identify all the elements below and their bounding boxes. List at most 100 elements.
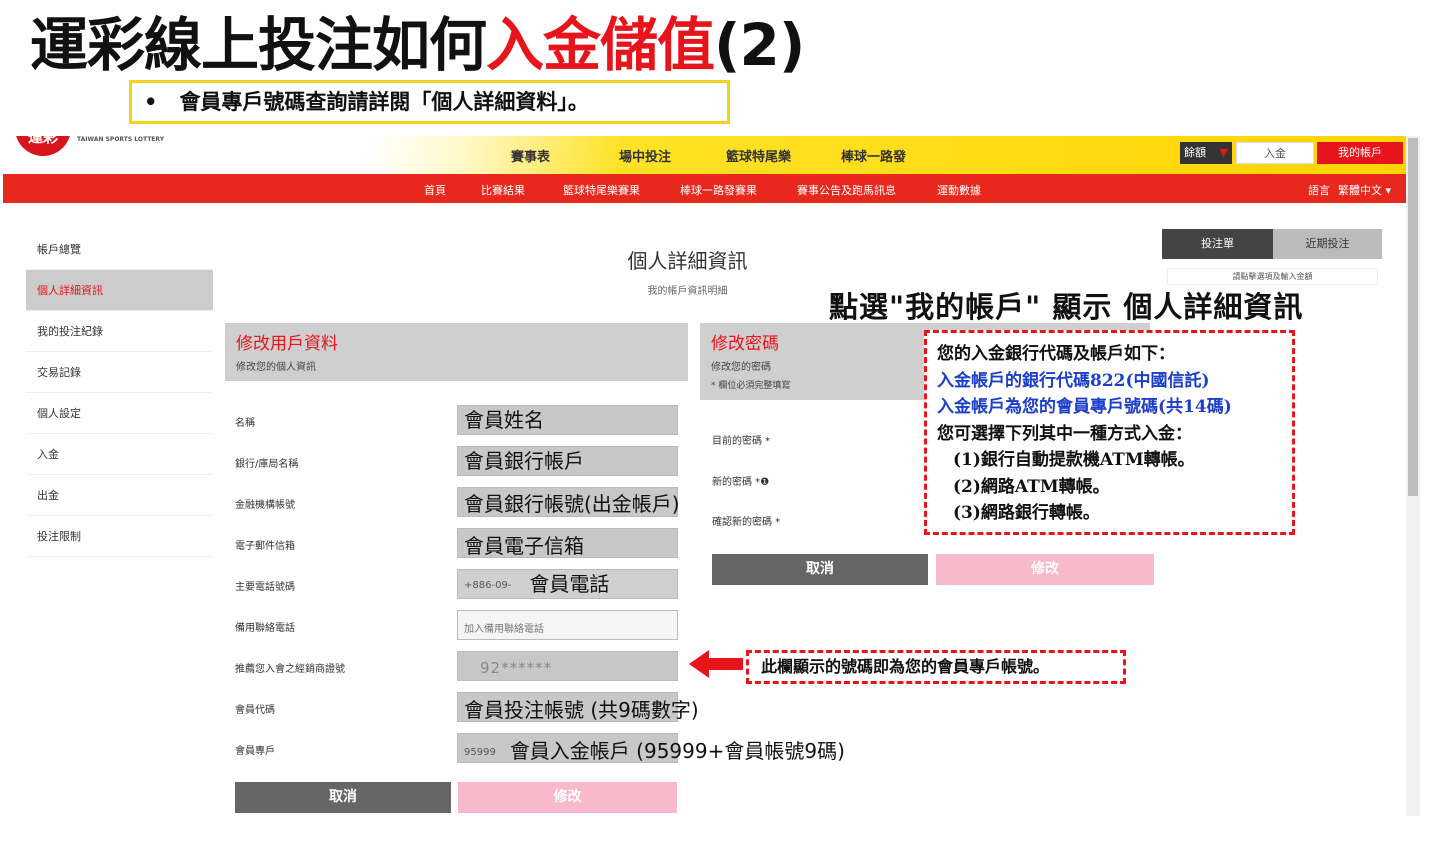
alt-phone-label: 備用聯絡電話 [235,623,295,634]
deposit-info-line: 您可選擇下列其中一種方式入金： [937,423,1192,444]
member-code-field: 會員投注帳號 (共9碼數字) [457,692,699,722]
current-password-label: 目前的密碼 * [712,436,771,447]
sidebar-item-settings[interactable]: 個人設定 [26,393,213,434]
field-row-member-account: 會員專戶 95999 會員入金帳戶 (95999+會員帳號9碼) [225,733,845,763]
dealer-id-field: 92****** [457,651,678,681]
my-account-button[interactable]: 我的帳戶 [1317,142,1403,164]
subtitle-text: 會員專戶號碼查詢請詳閱「個人詳細資料」。 [179,89,589,114]
edit-user-panel: 修改用戶資料 修改您的個人資訊 名稱 會員姓名 銀行/庫局名稱 會員銀行帳戶 金… [225,323,845,816]
edit-user-header: 修改用戶資料 修改您的個人資訊 [225,323,688,381]
title-part2: 入金儲值 [486,11,715,79]
email-label: 電子郵件信箱 [235,541,295,552]
nav-results[interactable]: 比賽結果 [481,182,525,198]
sidebar-item-withdraw[interactable]: 出金 [26,475,213,516]
password-cancel-button[interactable]: 取消 [712,554,928,585]
nav-sports-data[interactable]: 運動數據 [937,182,981,198]
sidebar-item-personal-details[interactable]: 個人詳細資訊 [26,270,213,311]
new-password-label: 新的密碼 *❶ [712,473,769,488]
top-header: 運彩 TAIWAN SPORTS LOTTERY 賽事表 場中投注 籃球特尾樂 … [3,136,1406,174]
bet-slip-hint: 請點擊選項及輸入金額 [1167,268,1378,285]
logo-caption: TAIWAN SPORTS LOTTERY [77,136,165,143]
sidebar-item-transactions[interactable]: 交易記錄 [26,352,213,393]
deposit-button[interactable]: 入金 [1236,142,1314,164]
info-icon: ❶ [760,477,770,488]
alt-phone-input[interactable]: 加入備用聯絡電話 [457,610,678,640]
deposit-info-box: 您的入金銀行代碼及帳戶如下： 入金帳戶的銀行代碼822(中國信託) 入金帳戶為您… [924,330,1295,535]
phone-value: 會員電話 [529,572,610,596]
new-password-label-text: 新的密碼 * [712,477,761,488]
bank-account-field[interactable]: 會員銀行帳號(出金帳戶) [457,487,680,517]
topnav-baseball[interactable]: 棒球一路發 [841,146,906,165]
edit-user-title: 修改用戶資料 [236,334,338,354]
scrollbar-thumb[interactable] [1408,138,1418,496]
sports-lottery-logo[interactable]: 運彩 [15,136,71,156]
language-select[interactable]: 繁體中文 ▾ [1338,182,1391,198]
nav-basketball-results[interactable]: 籃球特尾樂賽果 [563,182,640,198]
edit-user-subtitle: 修改您的個人資訊 [236,362,316,373]
arrow-left-icon [689,650,743,678]
name-label: 名稱 [235,418,255,429]
password-modify-button[interactable]: 修改 [936,554,1154,585]
title-part3: (2) [714,11,805,79]
field-row-bank: 銀行/庫局名稱 會員銀行帳戶 [225,446,688,476]
deposit-info-line: 入金帳戶的銀行代碼822(中國信託) [937,370,1210,391]
main-nav: 首頁 比賽結果 籃球特尾樂賽果 棒球一路發賽果 賽事公告及跑馬訊息 運動數據 語… [3,174,1406,203]
account-sidebar: 帳戶總覽 個人詳細資訊 我的投注紀錄 交易記錄 個人設定 入金 出金 投注限制 [26,229,213,557]
sidebar-item-bet-history[interactable]: 我的投注紀錄 [26,311,213,352]
deposit-info-line: (3)網路銀行轉帳。 [953,503,1100,523]
sidebar-item-deposit[interactable]: 入金 [26,434,213,475]
nav-baseball-results[interactable]: 棒球一路發賽果 [680,182,757,198]
member-account-prefix: 95999 [464,746,496,758]
balance-label: 餘額 [1184,146,1206,159]
user-modify-button[interactable]: 修改 [458,782,677,813]
click-instruction: 點選"我的帳戶" 顯示 個人詳細資訊 [829,290,1304,324]
member-code-label: 會員代碼 [235,705,275,716]
field-row-email: 電子郵件信箱 會員電子信箱 [225,528,688,558]
phone-prefix: +886-09- [464,579,512,591]
subtitle-box: • 會員專戶號碼查詢請詳閱「個人詳細資料」。 [129,80,730,124]
member-account-field: 95999 會員入金帳戶 (95999+會員帳號9碼) [457,733,845,763]
member-account-note: 此欄顯示的號碼即為您的會員專戶帳號。 [746,650,1126,684]
balance-dropdown[interactable]: 餘額 ▼ [1180,142,1232,164]
tab-bet-slip[interactable]: 投注單 [1162,229,1273,259]
sidebar-item-overview[interactable]: 帳戶總覽 [26,229,213,270]
member-account-value: 會員入金帳戶 (95999+會員帳號9碼) [509,739,845,763]
nav-announcements[interactable]: 賽事公告及跑馬訊息 [797,182,896,198]
field-row-dealer: 推薦您入會之經銷商證號 92****** [225,651,688,681]
nav-home[interactable]: 首頁 [424,182,446,198]
topnav-basketball[interactable]: 籃球特尾樂 [726,146,791,165]
field-row-bank-account: 金融機構帳號 會員銀行帳號(出金帳戶) [225,487,688,517]
topnav-live-betting[interactable]: 場中投注 [619,146,671,165]
field-row-phone: 主要電話號碼 +886-09- 會員電話 [225,569,688,599]
sidebar-item-betting-limits[interactable]: 投注限制 [26,516,213,557]
language-value: 繁體中文 [1338,184,1382,197]
dealer-id-label: 推薦您入會之經銷商證號 [235,664,345,675]
caret-down-icon: ▾ [1382,184,1392,197]
field-row-alt-phone: 備用聯絡電話 加入備用聯絡電話 [225,610,688,640]
subtitle-bullet: • [144,89,158,114]
bank-account-label: 金融機構帳號 [235,500,295,511]
field-row-name: 名稱 會員姓名 [225,405,688,435]
deposit-info-line: 您的入金銀行代碼及帳戶如下： [937,344,1175,364]
language-label: 語言 [1308,184,1330,197]
name-field[interactable]: 會員姓名 [457,405,678,435]
user-cancel-button[interactable]: 取消 [235,782,451,813]
deposit-info-line: (1)銀行自動提款機ATM轉帳。 [953,450,1195,470]
scrollbar[interactable] [1406,136,1420,816]
bank-name-field[interactable]: 會員銀行帳戶 [457,446,678,476]
confirm-password-label: 確認新的密碼 * [712,517,781,528]
phone-label: 主要電話號碼 [235,582,295,593]
deposit-info-line: 入金帳戶為您的會員專戶號碼(共14碼) [937,397,1232,417]
heading-title: 個人詳細資訊 [627,249,748,273]
topnav-schedule[interactable]: 賽事表 [511,146,550,165]
phone-field[interactable]: +886-09- 會員電話 [457,569,678,599]
title-part1: 運彩線上投注如何 [30,11,487,79]
alt-phone-placeholder: 加入備用聯絡電話 [464,624,544,635]
bank-name-label: 銀行/庫局名稱 [235,459,299,470]
tab-recent-bets[interactable]: 近期投注 [1273,229,1382,259]
caret-down-icon: ▼ [1219,146,1228,159]
member-account-label: 會員專戶 [235,746,275,757]
deposit-info-line: (2)網路ATM轉帳。 [953,476,1110,497]
page-title: 運彩線上投注如何入金儲值(2) [30,6,805,84]
email-field[interactable]: 會員電子信箱 [457,528,678,558]
